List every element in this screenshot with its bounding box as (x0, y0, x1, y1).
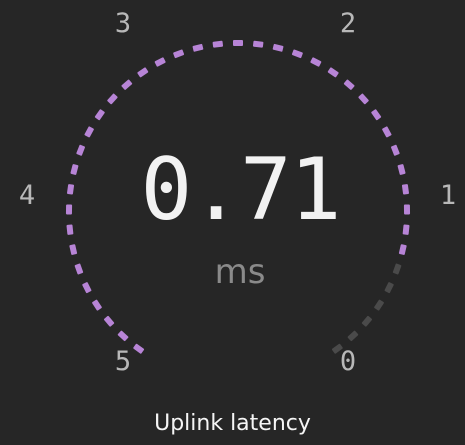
latency-gauge: 3 2 4 1 5 0 0.71 ms Uplink latency (0, 0, 465, 445)
gauge-segment-active (82, 282, 92, 294)
gauge-segment-active (92, 299, 102, 311)
gauge-segment-active (343, 79, 355, 90)
gauge-segment-active (252, 40, 264, 48)
gauge-title: Uplink latency (154, 411, 311, 436)
latency-value: 0.71 (140, 140, 341, 240)
gauge-segment-active (70, 164, 79, 175)
scale-label-1: 1 (439, 180, 457, 211)
gauge-segment-inactive (347, 330, 359, 342)
gauge-segment-active (212, 40, 224, 48)
gauge-segment-active (403, 204, 411, 215)
gauge-segment-active (192, 43, 204, 52)
gauge-segment-active (272, 43, 284, 52)
gauge-segment-active (107, 93, 118, 105)
gauge-segment-active (154, 57, 166, 67)
gauge-segment-active (117, 330, 129, 342)
gauge-segment-active (66, 224, 74, 235)
gauge-segment-active (65, 204, 73, 215)
gauge-segment-active (310, 57, 322, 67)
gauge-segment-inactive (392, 263, 402, 275)
gauge-segment-active (371, 109, 382, 121)
gauge-segment-active (74, 263, 84, 275)
gauge-segment-active (69, 244, 78, 255)
scale-label-5: 5 (114, 346, 132, 377)
gauge-segment-active (67, 184, 75, 195)
gauge-segment-active (358, 93, 369, 105)
gauge-segment-active (173, 49, 185, 59)
gauge-segment-active (84, 126, 94, 138)
gauge-segment-active (382, 126, 392, 138)
gauge-segment-active (327, 67, 339, 78)
gauge-segment-active (103, 315, 115, 327)
latency-unit: ms (214, 252, 266, 292)
gauge-segment-inactive (374, 299, 384, 311)
gauge-segment-active (402, 224, 410, 235)
scale-label-0: 0 (339, 346, 357, 377)
scale-label-2: 2 (339, 8, 357, 39)
scale-label-3: 3 (114, 8, 132, 39)
gauge-segment-inactive (384, 282, 394, 294)
gauge-segment-active (398, 244, 407, 255)
gauge-segment-active (401, 184, 409, 195)
gauge-segment-active (94, 109, 105, 121)
gauge-segment-inactive (361, 315, 373, 327)
gauge-segment-active (121, 79, 133, 90)
gauge-segment-active (233, 40, 243, 46)
gauge-segment-active (137, 67, 149, 78)
scale-label-4: 4 (18, 180, 36, 211)
gauge-segment-active (291, 49, 303, 59)
